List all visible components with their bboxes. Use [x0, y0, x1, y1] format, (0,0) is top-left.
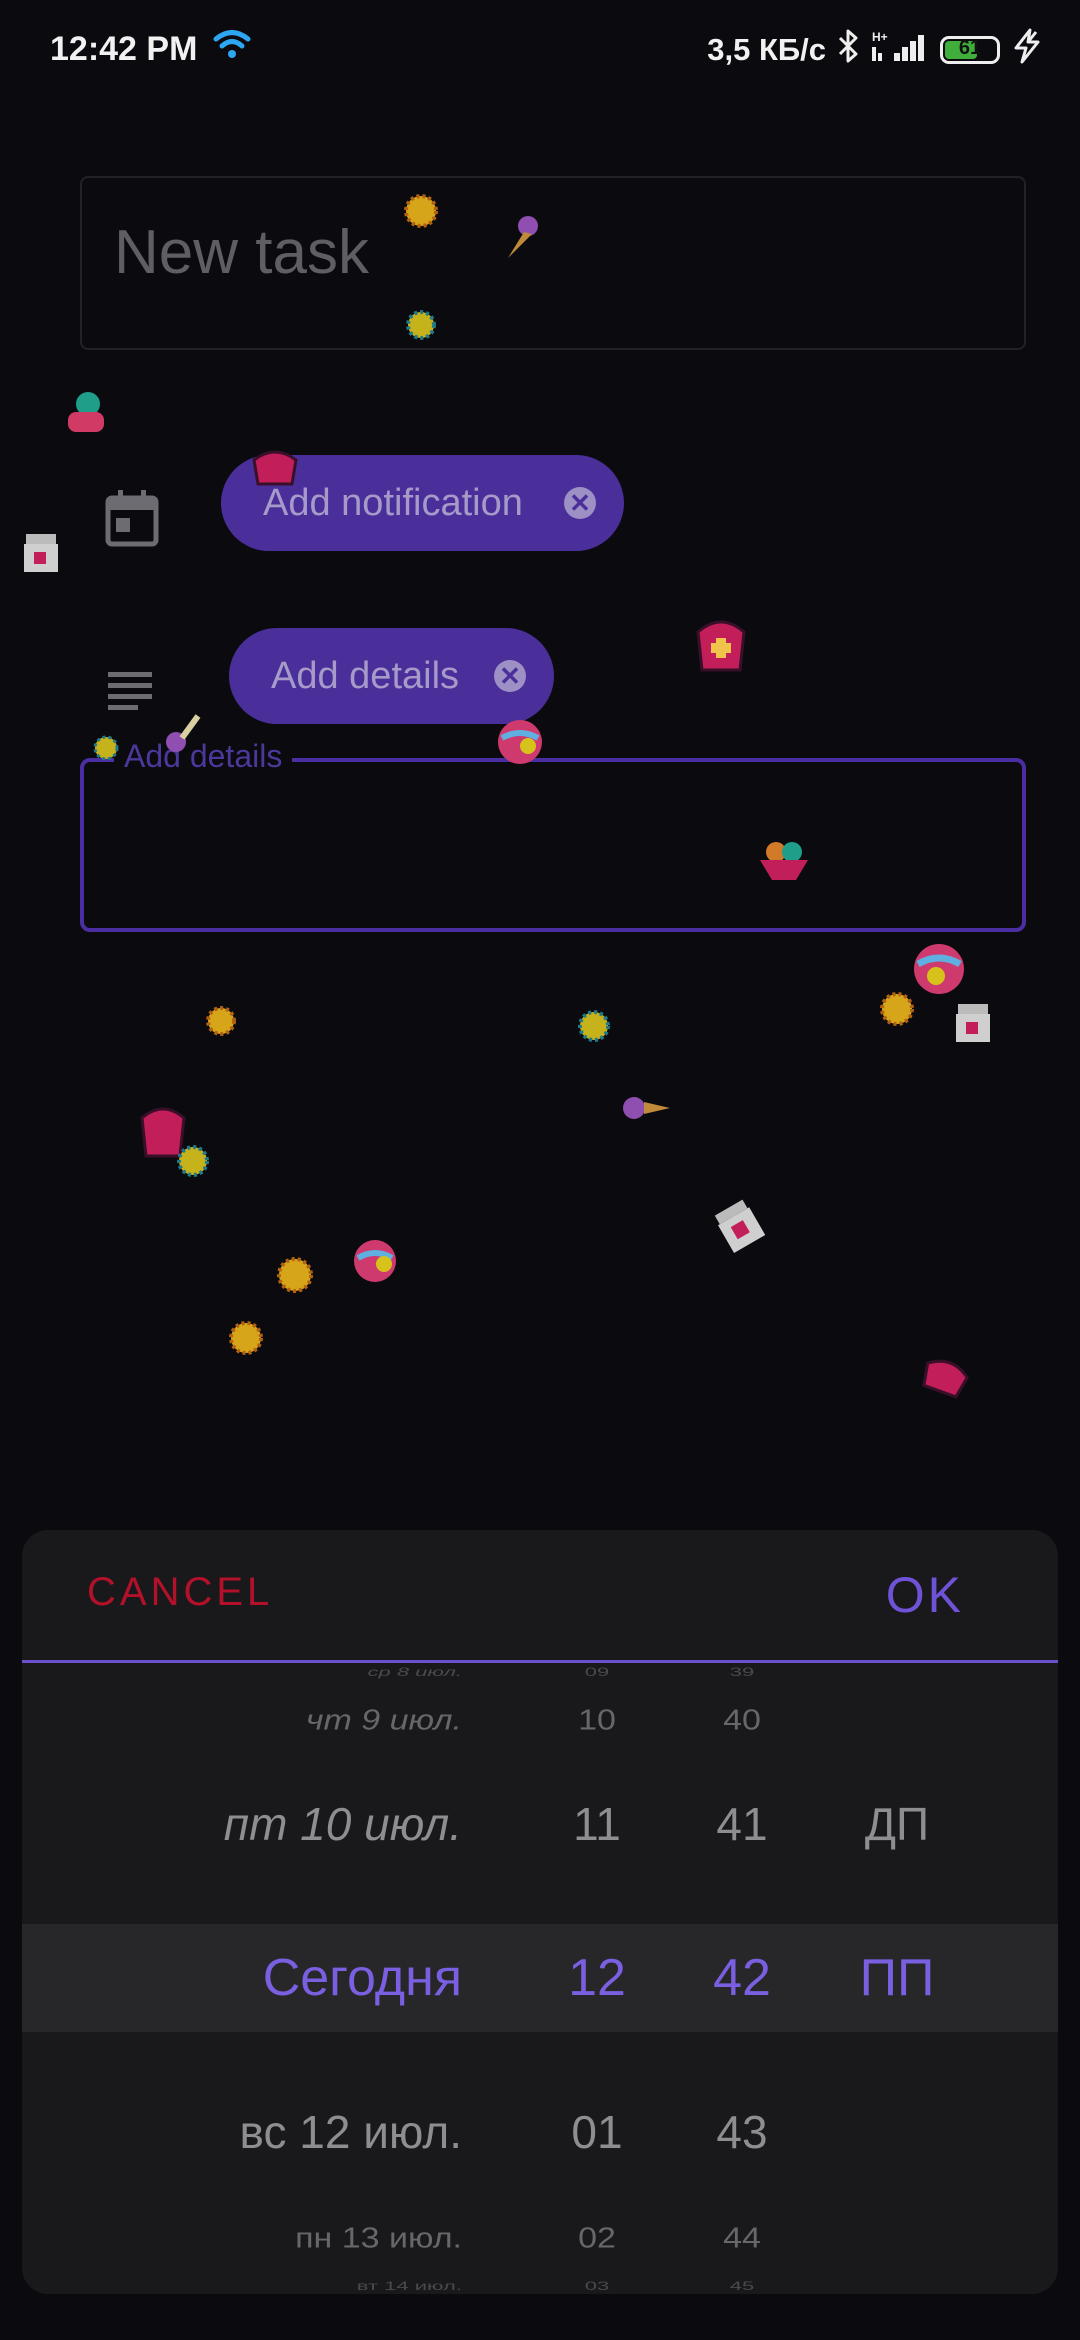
hour-option[interactable]: 02 [532, 2224, 662, 2253]
task-title-input[interactable] [112, 216, 996, 289]
minute-option[interactable]: 45 [677, 2280, 807, 2292]
sun-sticker-icon [170, 1138, 216, 1189]
minute-option[interactable]: 42 [677, 1952, 807, 2004]
ice-cream-sticker-icon [620, 1094, 672, 1129]
battery-percent: 61 [958, 37, 982, 59]
sun-sticker-icon [222, 1314, 270, 1367]
candy-ball-sticker-icon [494, 716, 546, 773]
ampm-option[interactable]: ПП [822, 1952, 972, 2004]
add-details-chip[interactable]: Add details ✕ [229, 628, 554, 724]
cancel-button[interactable]: CANCEL [87, 1570, 273, 1615]
task-title-field[interactable] [80, 176, 1026, 350]
ice-cream-bowl-sticker-icon [58, 386, 108, 445]
date-option[interactable]: пн 13 июл. [295, 2224, 462, 2253]
medicine-jar-sticker-icon [950, 998, 998, 1055]
date-option[interactable]: чт 9 июл. [306, 1706, 462, 1735]
charging-bolt-icon [1010, 28, 1044, 72]
date-option[interactable]: ср 8 июл. [367, 1666, 462, 1678]
status-bar: 12:42 PM 3,5 КБ/с H+ 61 [0, 0, 1080, 100]
hour-wheel-column[interactable]: 09 10 11 12 01 02 03 [532, 1664, 662, 2294]
remove-details-icon[interactable]: ✕ [494, 660, 526, 692]
nurse-cap-sticker-icon [250, 444, 300, 499]
minute-option[interactable]: 39 [677, 1666, 807, 1678]
calendar-icon[interactable] [104, 488, 160, 553]
date-option[interactable]: пт 10 июл. [224, 1801, 462, 1847]
details-field[interactable]: Add details [80, 738, 1026, 932]
add-details-chip-label: Add details [271, 654, 460, 697]
network-speed: 3,5 КБ/с [707, 32, 826, 67]
hour-option[interactable]: 12 [532, 1952, 662, 2004]
ampm-wheel-column[interactable]: ДП ПП [822, 1664, 972, 2294]
candy-ball-sticker-icon [350, 1236, 400, 1291]
hour-option[interactable]: 01 [532, 2109, 662, 2155]
picker-header: CANCEL OK [22, 1530, 1058, 1663]
ok-button[interactable]: OK [886, 1566, 964, 1624]
date-option[interactable]: вс 12 июл. [240, 2109, 462, 2155]
date-wheel-column[interactable]: ср 8 июл. чт 9 июл. пт 10 июл. Сегодня вс 12… [22, 1664, 462, 2294]
sun-sticker-icon [398, 188, 444, 239]
status-time: 12:42 PM [50, 30, 198, 68]
minute-option[interactable]: 43 [677, 2109, 807, 2155]
sun-sticker-icon [88, 730, 124, 771]
minute-wheel-column[interactable]: 39 40 41 42 43 44 45 [677, 1664, 807, 2294]
hour-option[interactable]: 10 [532, 1706, 662, 1735]
datetime-picker-sheet: CANCEL OK ср 8 июл. чт 9 июл. пт 10 июл. Се… [22, 1530, 1058, 2294]
svg-text:H+: H+ [872, 30, 888, 44]
add-notification-label: Add notification [263, 481, 523, 524]
minute-option[interactable]: 41 [677, 1801, 807, 1847]
ice-cream-sticker-icon [502, 212, 542, 267]
sun-sticker-icon [572, 1004, 616, 1053]
details-field-label: Add details [114, 738, 293, 775]
battery-indicator: 61 [940, 36, 1000, 64]
date-option[interactable]: Сегодня [263, 1952, 462, 2004]
ice-cream-sticker-icon [162, 712, 202, 761]
medicine-jar-sticker-icon [708, 1194, 774, 1265]
minute-option[interactable]: 44 [677, 2224, 807, 2253]
minute-option[interactable]: 40 [677, 1706, 807, 1735]
sun-sticker-icon [874, 986, 920, 1037]
ampm-option[interactable]: ДП [822, 1801, 972, 1847]
sun-sticker-icon [200, 1000, 242, 1047]
remove-notification-icon[interactable]: ✕ [564, 487, 596, 519]
bluetooth-icon [836, 28, 860, 72]
date-option[interactable]: вт 14 июл. [357, 2280, 462, 2292]
sun-sticker-icon [400, 304, 442, 351]
hour-option[interactable]: 09 [532, 1666, 662, 1678]
nurse-cap-sticker-icon [694, 612, 748, 683]
signal-icon: H+ [870, 29, 930, 71]
datetime-wheel[interactable]: ср 8 июл. чт 9 июл. пт 10 июл. Сегодня вс 12… [22, 1664, 1058, 2294]
hour-option[interactable]: 11 [532, 1801, 662, 1847]
notes-lines-icon [104, 668, 156, 717]
hour-option[interactable]: 03 [532, 2280, 662, 2292]
sun-sticker-icon [270, 1250, 320, 1305]
nurse-cap-sticker-icon [920, 1354, 970, 1405]
ice-cream-bowl-sticker-icon [756, 838, 812, 889]
medicine-jar-sticker-icon [20, 528, 62, 583]
wifi-icon [212, 28, 252, 65]
